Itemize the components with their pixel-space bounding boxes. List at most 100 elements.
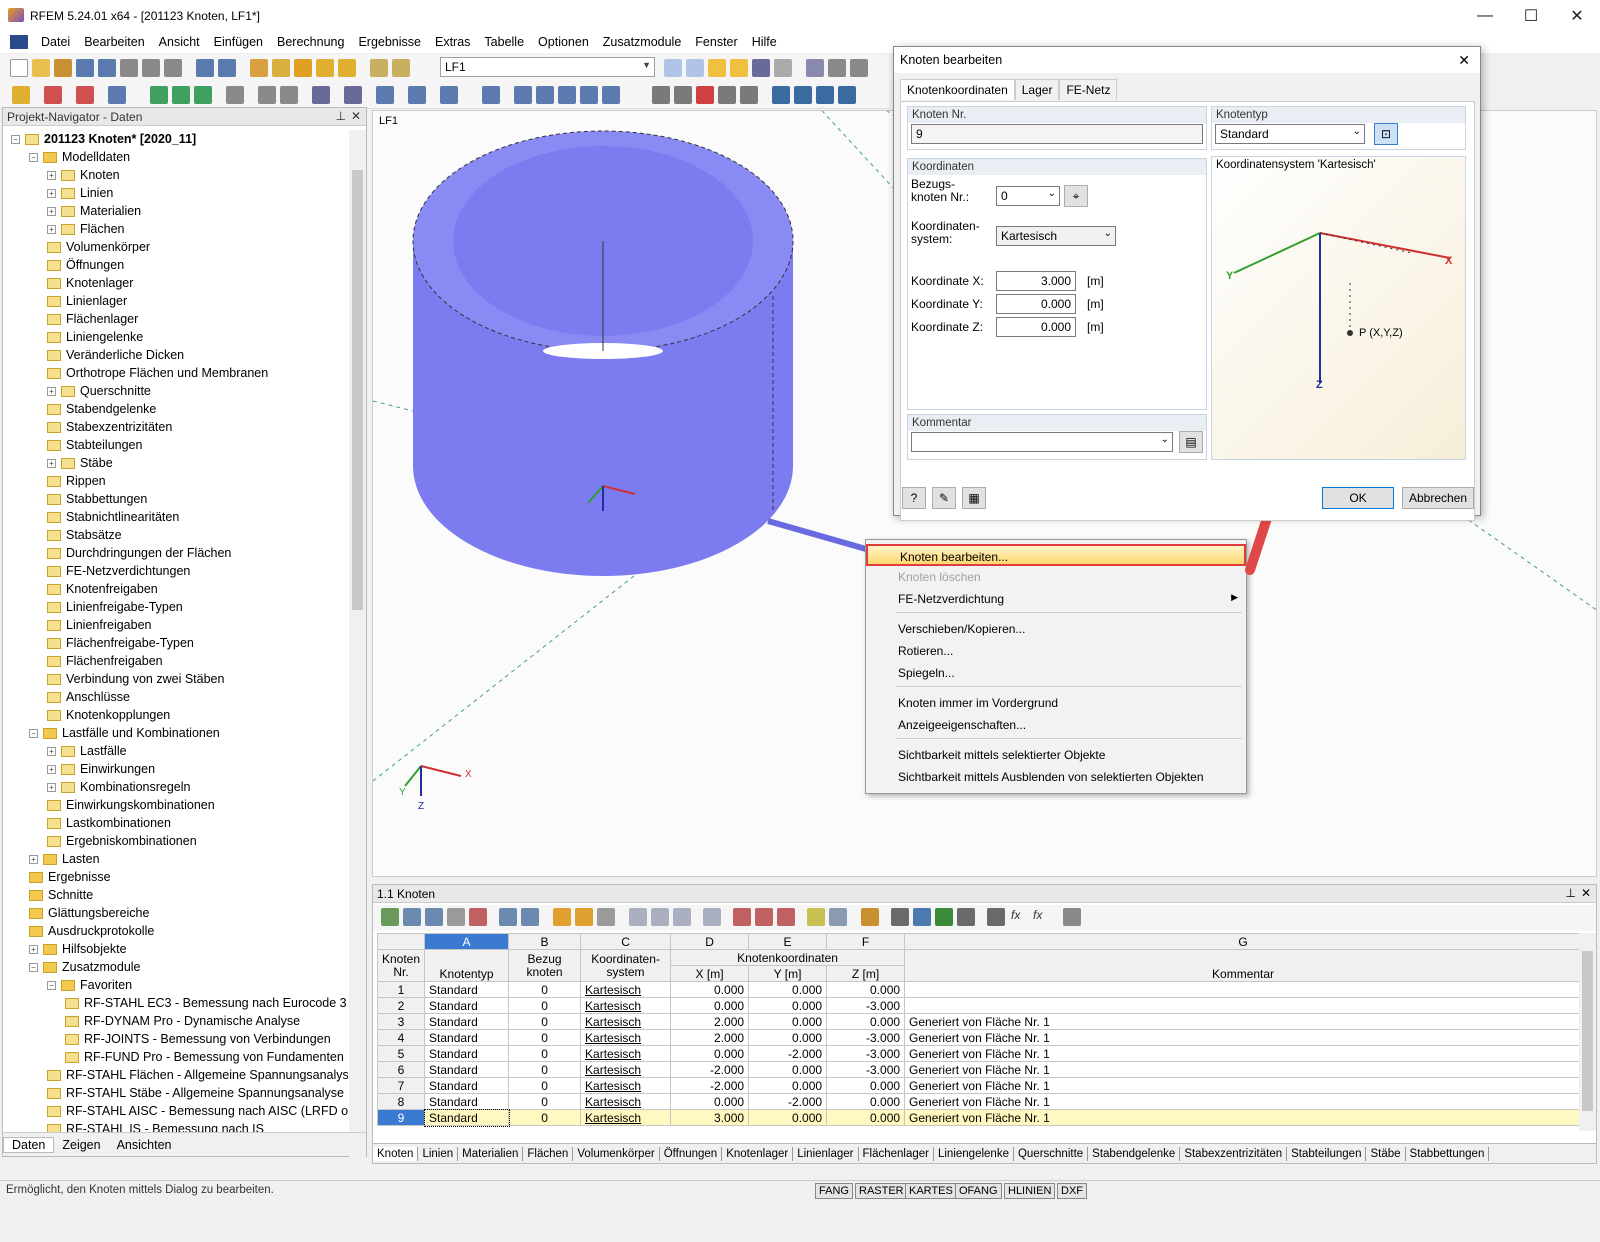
table-refresh-icon[interactable] bbox=[597, 908, 615, 926]
table-cell[interactable] bbox=[904, 981, 1583, 998]
edit-icon[interactable] bbox=[250, 59, 268, 77]
tree-item-load[interactable]: Lastkombinationen bbox=[47, 814, 171, 832]
table-cell[interactable]: 0.000 bbox=[748, 997, 828, 1014]
menu-ansicht[interactable]: Ansicht bbox=[152, 35, 207, 49]
tree-item-load[interactable]: + Kombinationsregeln bbox=[47, 778, 191, 796]
table-cell[interactable]: 0.000 bbox=[748, 1029, 828, 1046]
table-cell[interactable]: 0.000 bbox=[826, 1093, 906, 1110]
show-results-icon[interactable] bbox=[708, 59, 726, 77]
table-cell[interactable]: Kartesisch bbox=[580, 1061, 672, 1078]
menu-zusatzmodule[interactable]: Zusatzmodule bbox=[596, 35, 689, 49]
menu-ergebnisse[interactable]: Ergebnisse bbox=[351, 35, 428, 49]
table-delete-row-icon[interactable] bbox=[425, 908, 443, 926]
table-cell[interactable]: 0.000 bbox=[826, 981, 906, 998]
menu-bearbeiten[interactable]: Bearbeiten bbox=[77, 35, 151, 49]
support-tool-icon[interactable] bbox=[172, 86, 190, 104]
z-field[interactable]: 0.000 bbox=[996, 317, 1076, 337]
tree-favoriten[interactable]: − Favoriten bbox=[47, 976, 132, 994]
table-cell[interactable]: 0.000 bbox=[748, 1013, 828, 1030]
member-line[interactable] bbox=[767, 518, 874, 554]
close-icon[interactable]: ✕ bbox=[351, 109, 361, 123]
tab-fe-netz[interactable]: FE-Netz bbox=[1059, 79, 1118, 100]
minimize-button[interactable]: — bbox=[1462, 0, 1508, 31]
grid-icon[interactable] bbox=[828, 59, 846, 77]
values-icon[interactable] bbox=[774, 59, 792, 77]
tree-item-module[interactable]: RF-STAHL AISC - Bemessung nach AISC (LRF… bbox=[47, 1102, 348, 1120]
table-tab[interactable]: Stäbe bbox=[1366, 1146, 1406, 1161]
status-ofang-button[interactable]: OFANG bbox=[955, 1183, 1002, 1199]
table-clear-icon[interactable] bbox=[469, 908, 487, 926]
view-top-icon[interactable] bbox=[440, 86, 458, 104]
tree-item-model[interactable]: Orthotrope Flächen und Membranen bbox=[47, 364, 268, 382]
table-cell[interactable]: 0 bbox=[508, 1109, 582, 1126]
table-edit-icon[interactable] bbox=[861, 908, 879, 926]
tab-knotenkoordinaten[interactable]: Knotenkoordinaten bbox=[900, 79, 1015, 100]
table-export-icon[interactable] bbox=[651, 908, 669, 926]
tree-item-module[interactable]: RF-STAHL Stäbe - Allgemeine Spannungsana… bbox=[47, 1084, 344, 1102]
menu-fenster[interactable]: Fenster bbox=[688, 35, 744, 49]
table-row[interactable]: 9 Standard 0 Kartesisch 3.000 0.000 0.000 Gener… bbox=[376, 1108, 1583, 1127]
scrollbar-thumb[interactable] bbox=[1582, 951, 1593, 1111]
tree-item-module[interactable]: RF-STAHL Flächen - Allgemeine Spannungsa… bbox=[47, 1066, 348, 1084]
tree-item-load[interactable]: Ergebniskombinationen bbox=[47, 832, 197, 850]
table-cell[interactable]: Generiert von Fläche Nr. 1 bbox=[904, 1109, 1583, 1126]
tree-item-model[interactable]: Stabnichtlinearitäten bbox=[47, 508, 179, 526]
table-tab[interactable]: Stabexzentrizitäten bbox=[1180, 1146, 1288, 1161]
expander-icon[interactable]: − bbox=[29, 728, 38, 738]
print-graphic-icon[interactable] bbox=[142, 59, 160, 77]
menu-item-sichtbarkeit-selektiert[interactable]: Sichtbarkeit mittels selektierter Objekt… bbox=[866, 744, 1246, 766]
table-cell[interactable]: 1 bbox=[376, 981, 426, 998]
x-field[interactable]: 3.000 bbox=[996, 271, 1076, 291]
table-settings-icon[interactable] bbox=[913, 908, 931, 926]
table-cell[interactable]: -2.000 bbox=[670, 1077, 750, 1094]
table-tab[interactable]: Öffnungen bbox=[660, 1146, 723, 1161]
status-fang-button[interactable]: FANG bbox=[815, 1183, 853, 1199]
table-row[interactable]: 5 Standard 0 Kartesisch 0.000 -2.000 -3.000 Gen… bbox=[376, 1045, 1583, 1062]
tree-item-model[interactable]: Knotenfreigaben bbox=[47, 580, 158, 598]
tree-item-model[interactable]: + Stäbe bbox=[47, 454, 113, 472]
table-tab[interactable]: Linien bbox=[418, 1146, 459, 1161]
axis-y-icon[interactable] bbox=[794, 86, 812, 104]
table-cell[interactable]: Standard bbox=[424, 1045, 510, 1062]
rotate-icon[interactable] bbox=[558, 86, 576, 104]
col-letter-f[interactable]: F bbox=[826, 933, 906, 950]
table-import-icon[interactable] bbox=[629, 908, 647, 926]
view-iso-icon[interactable] bbox=[376, 86, 394, 104]
table-tab[interactable]: Flächenlager bbox=[859, 1146, 934, 1161]
frame-icon[interactable] bbox=[280, 86, 298, 104]
table-tab[interactable]: Flächen bbox=[523, 1146, 574, 1161]
tree-item-model[interactable]: Linienfreigaben bbox=[47, 616, 152, 634]
table-cell[interactable]: Generiert von Fläche Nr. 1 bbox=[904, 1029, 1583, 1046]
table-cell[interactable]: 3.000 bbox=[670, 1109, 750, 1126]
tab-lager[interactable]: Lager bbox=[1014, 79, 1060, 100]
table-excel-export-icon[interactable] bbox=[935, 908, 953, 926]
tree-item-model[interactable]: Flächenfreigaben bbox=[47, 652, 163, 670]
table-select-icon[interactable] bbox=[575, 908, 593, 926]
tree-item-favorit[interactable]: RF-JOINTS - Bemessung von Verbindungen bbox=[65, 1030, 331, 1048]
table-cell[interactable]: 2.000 bbox=[670, 1013, 750, 1030]
table-cell[interactable]: 2.000 bbox=[670, 1029, 750, 1046]
surface-tool-icon[interactable] bbox=[194, 86, 212, 104]
tab-ansichten[interactable]: Ansichten bbox=[109, 1138, 180, 1152]
tree-item-favorit[interactable]: RF-STAHL EC3 - Bemessung nach Eurocode 3 bbox=[65, 994, 347, 1012]
units-button[interactable]: ▦ bbox=[962, 487, 986, 509]
render-icon[interactable] bbox=[312, 86, 330, 104]
table-scrollbar[interactable] bbox=[1579, 933, 1596, 1131]
menu-item-anzeigeeigenschaften[interactable]: Anzeigeeigenschaften... bbox=[866, 714, 1246, 736]
table-cell[interactable]: -2.000 bbox=[748, 1093, 828, 1110]
table-cell[interactable]: 0.000 bbox=[748, 981, 828, 998]
tree-root[interactable]: − 201123 Knoten* [2020_11] bbox=[11, 130, 196, 148]
ok-button[interactable]: OK bbox=[1322, 487, 1394, 509]
results-icon[interactable] bbox=[338, 59, 356, 77]
tree-item-load[interactable]: Einwirkungskombinationen bbox=[47, 796, 215, 814]
table-copy-icon[interactable] bbox=[447, 908, 465, 926]
scrollbar-thumb[interactable] bbox=[352, 170, 363, 610]
table-cell[interactable]: Kartesisch bbox=[580, 1093, 672, 1110]
table-tab[interactable]: Querschnitte bbox=[1014, 1146, 1089, 1161]
save-all-icon[interactable] bbox=[98, 59, 116, 77]
table-cell[interactable]: 4 bbox=[376, 1029, 426, 1046]
redo-icon[interactable] bbox=[218, 59, 236, 77]
tree-item-model[interactable]: Volumenkörper bbox=[47, 238, 150, 256]
table-cell[interactable]: -3.000 bbox=[826, 1061, 906, 1078]
next-loadcase-icon[interactable] bbox=[686, 59, 704, 77]
